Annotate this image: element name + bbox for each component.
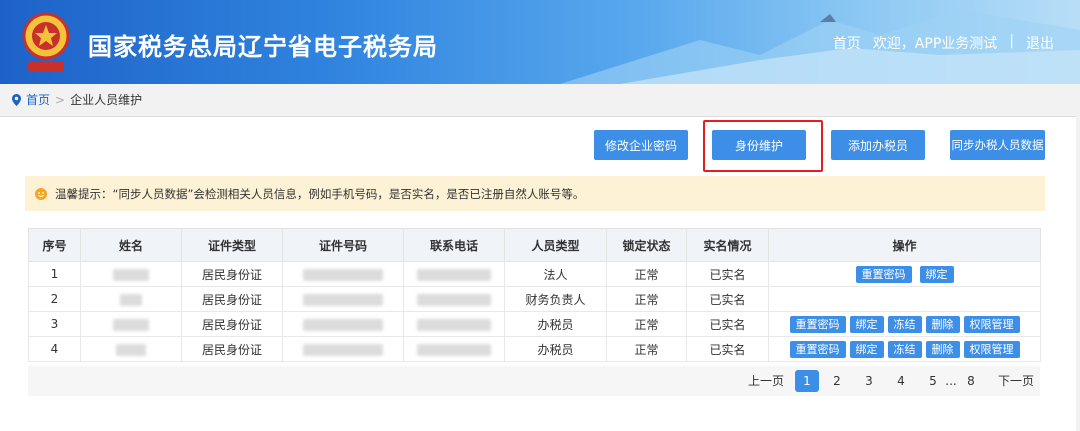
cell-name-redacted xyxy=(80,286,182,312)
col-header-no: 序号 xyxy=(28,228,81,262)
breadcrumb-separator: > xyxy=(55,92,66,107)
table-row: 3 居民身份证 办税员 正常 已实名 重置密码 绑定 冻结 删除 权限管理 xyxy=(28,311,1041,337)
cell-role: 办税员 xyxy=(504,311,607,337)
cell-id-type: 居民身份证 xyxy=(181,261,283,287)
cell-phone-redacted xyxy=(403,261,505,287)
next-page-button[interactable]: 下一页 xyxy=(994,370,1038,392)
smile-icon xyxy=(35,187,47,200)
col-header-id-type: 证件类型 xyxy=(181,228,283,262)
cell-realname: 已实名 xyxy=(686,336,769,362)
cell-lock-status: 正常 xyxy=(606,311,687,337)
cell-role: 法人 xyxy=(504,261,607,287)
change-company-password-button[interactable]: 修改企业密码 xyxy=(594,130,688,160)
pagination: 上一页 1 2 3 4 5 ... 8 下一页 xyxy=(28,366,1040,396)
cell-no: 3 xyxy=(28,311,81,337)
bind-button[interactable]: 绑定 xyxy=(849,340,884,358)
logout-link[interactable]: 退出 xyxy=(1026,33,1054,53)
freeze-button[interactable]: 冻结 xyxy=(887,340,922,358)
cell-realname: 已实名 xyxy=(686,261,769,287)
table-row: 4 居民身份证 办税员 正常 已实名 重置密码 绑定 冻结 删除 权限管理 xyxy=(28,336,1041,362)
col-header-phone: 联系电话 xyxy=(403,228,505,262)
cell-no: 1 xyxy=(28,261,81,287)
cell-lock-status: 正常 xyxy=(606,261,687,287)
add-taxpayer-button[interactable]: 添加办税员 xyxy=(831,130,925,160)
reset-password-button[interactable]: 重置密码 xyxy=(789,315,846,333)
cell-id-number-redacted xyxy=(282,286,404,312)
col-header-role: 人员类型 xyxy=(504,228,607,262)
delete-button[interactable]: 删除 xyxy=(925,340,960,358)
col-header-name: 姓名 xyxy=(80,228,182,262)
cell-phone-redacted xyxy=(403,336,505,362)
col-header-id-number: 证件号码 xyxy=(282,228,404,262)
col-header-realname: 实名情况 xyxy=(686,228,769,262)
cell-phone-redacted xyxy=(403,286,505,312)
prev-page-button[interactable]: 上一页 xyxy=(746,370,786,392)
cell-id-number-redacted xyxy=(282,311,404,337)
nav-home-link[interactable]: 首页 xyxy=(833,33,861,53)
tax-emblem-icon xyxy=(22,12,70,71)
top-nav: 首页 欢迎，APP业务测试 | 退出 xyxy=(833,33,1054,53)
nav-separator: | xyxy=(1009,33,1014,49)
highlight-box xyxy=(703,120,823,172)
staff-table: 序号 姓名 证件类型 证件号码 联系电话 人员类型 锁定状态 实名情况 操作 1… xyxy=(28,228,1041,362)
cell-realname: 已实名 xyxy=(686,286,769,312)
breadcrumb-home-link[interactable]: 首页 xyxy=(26,91,50,108)
site-title: 国家税务总局辽宁省电子税务局 xyxy=(88,33,438,61)
permission-management-button[interactable]: 权限管理 xyxy=(963,315,1020,333)
welcome-text: 欢迎，APP业务测试 xyxy=(872,36,998,52)
table-row: 1 居民身份证 法人 正常 已实名 重置密码 绑定 xyxy=(28,261,1041,287)
cell-name-redacted xyxy=(80,311,182,337)
cell-role: 财务负责人 xyxy=(504,286,607,312)
col-header-lock-status: 锁定状态 xyxy=(606,228,687,262)
freeze-button[interactable]: 冻结 xyxy=(887,315,922,333)
cell-name-redacted xyxy=(80,261,182,287)
cell-actions xyxy=(768,286,1041,312)
page-1-button[interactable]: 1 xyxy=(795,370,819,392)
cell-name-redacted xyxy=(80,336,182,362)
page-2-button[interactable]: 2 xyxy=(825,370,849,392)
pagination-ellipsis: ... xyxy=(945,374,957,388)
reset-password-button[interactable]: 重置密码 xyxy=(855,265,912,283)
cell-no: 2 xyxy=(28,286,81,312)
cell-realname: 已实名 xyxy=(686,311,769,337)
reset-password-button[interactable]: 重置密码 xyxy=(789,340,846,358)
cell-id-type: 居民身份证 xyxy=(181,286,283,312)
sync-staff-data-button[interactable]: 同步办税人员数据 xyxy=(950,130,1045,160)
page-4-button[interactable]: 4 xyxy=(889,370,913,392)
col-header-actions: 操作 xyxy=(768,228,1041,262)
location-pin-icon xyxy=(12,93,21,106)
cell-role: 办税员 xyxy=(504,336,607,362)
cell-id-type: 居民身份证 xyxy=(181,311,283,337)
cell-actions: 重置密码 绑定 冻结 删除 权限管理 xyxy=(768,311,1041,337)
cell-lock-status: 正常 xyxy=(606,336,687,362)
cell-actions: 重置密码 绑定 xyxy=(768,261,1041,287)
cell-id-number-redacted xyxy=(282,336,404,362)
page-3-button[interactable]: 3 xyxy=(857,370,881,392)
cell-no: 4 xyxy=(28,336,81,362)
bind-button[interactable]: 绑定 xyxy=(849,315,884,333)
page-last-button[interactable]: 8 xyxy=(959,370,983,392)
cell-id-type: 居民身份证 xyxy=(181,336,283,362)
cell-id-number-redacted xyxy=(282,261,404,287)
cell-phone-redacted xyxy=(403,311,505,337)
delete-button[interactable]: 删除 xyxy=(925,315,960,333)
breadcrumb-current: 企业人员维护 xyxy=(70,93,143,107)
table-row: 2 居民身份证 财务负责人 正常 已实名 xyxy=(28,286,1041,312)
permission-management-button[interactable]: 权限管理 xyxy=(963,340,1020,358)
tip-text: 温馨提示：“同步人员数据”会检测相关人员信息，例如手机号码，是否实名，是否已注册… xyxy=(55,186,585,201)
tip-bar: 温馨提示：“同步人员数据”会检测相关人员信息，例如手机号码，是否实名，是否已注册… xyxy=(25,176,1045,211)
cell-actions: 重置密码 绑定 冻结 删除 权限管理 xyxy=(768,336,1041,362)
breadcrumb: 首页 > 企业人员维护 xyxy=(12,91,142,108)
bind-button[interactable]: 绑定 xyxy=(919,265,954,283)
cell-lock-status: 正常 xyxy=(606,286,687,312)
table-header-row: 序号 姓名 证件类型 证件号码 联系电话 人员类型 锁定状态 实名情况 操作 xyxy=(28,228,1041,262)
site-header: 国家税务总局辽宁省电子税务局 首页 欢迎，APP业务测试 | 退出 xyxy=(0,0,1080,84)
